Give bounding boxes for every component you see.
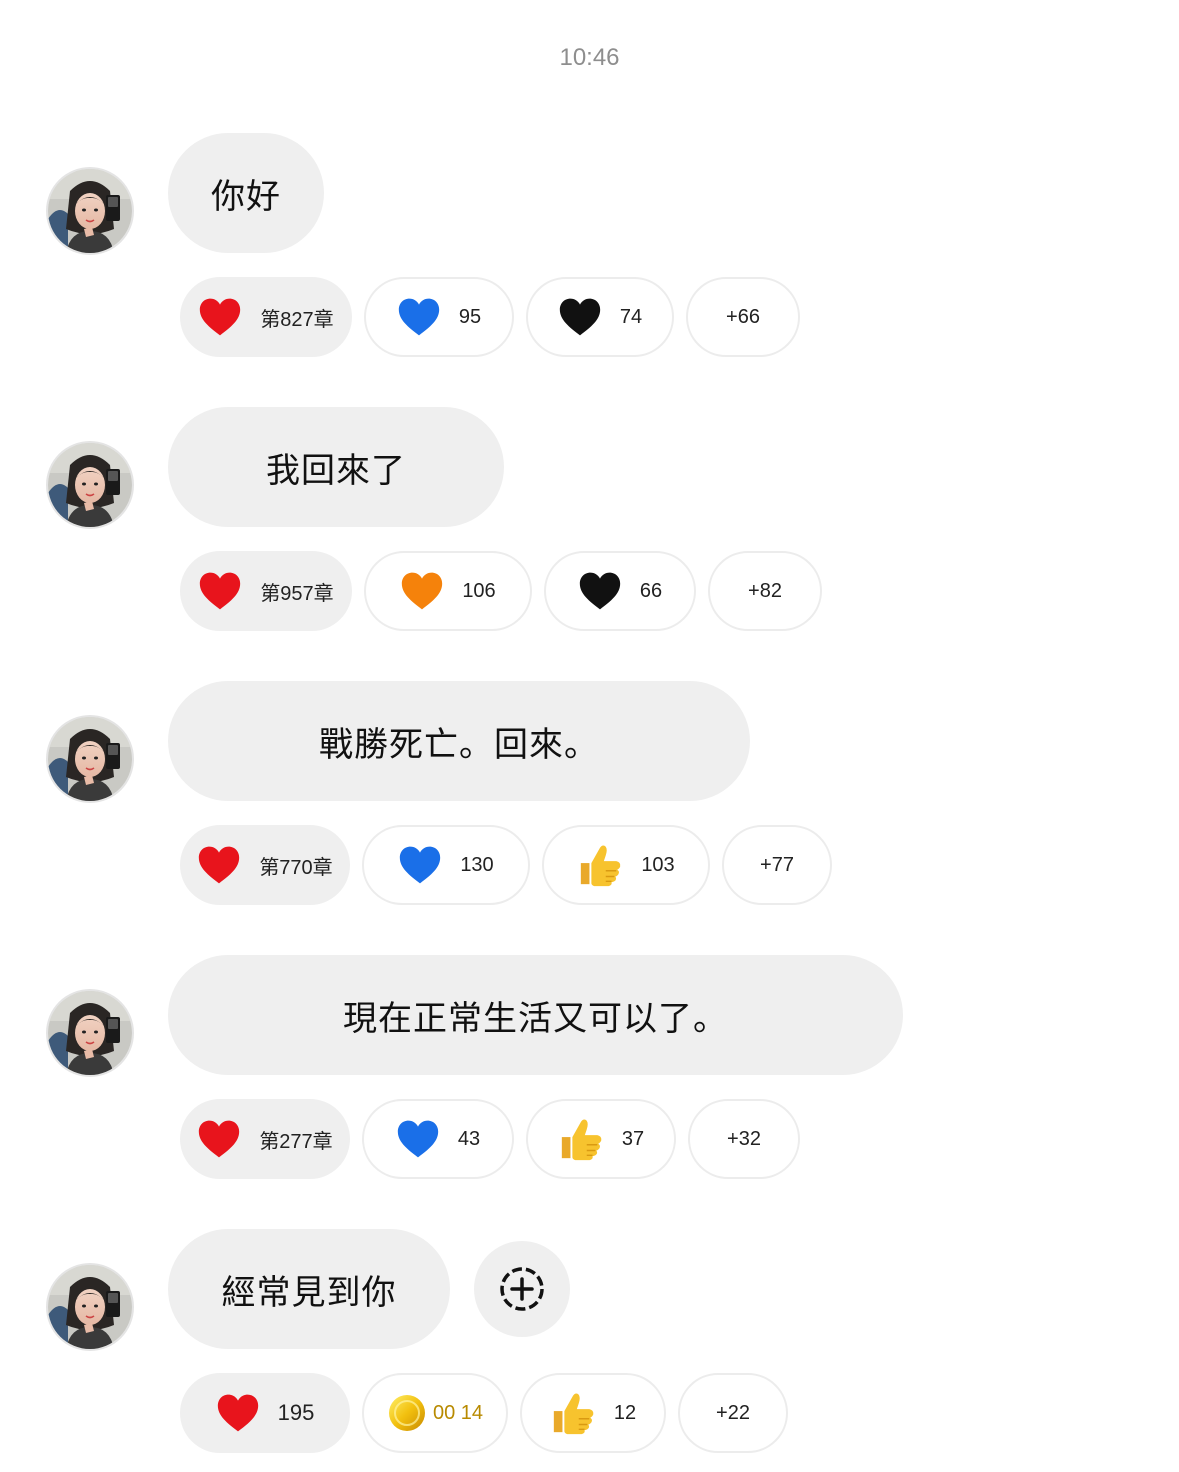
- blue-heart-icon: [398, 844, 442, 886]
- reaction-pill[interactable]: 12: [520, 1373, 666, 1453]
- message-row: 我回來了 第957章 106 66 +82: [0, 407, 1179, 637]
- add-reaction-icon: [500, 1267, 544, 1311]
- timestamp: 10:46: [559, 44, 620, 71]
- message-text: 我回來了: [266, 450, 406, 491]
- message-text: 現在正常生活又可以了。: [343, 998, 728, 1039]
- reaction-pill[interactable]: 第957章: [180, 551, 352, 631]
- reaction-pill[interactable]: 66: [544, 551, 696, 631]
- add-reaction-button[interactable]: [474, 1241, 570, 1337]
- more-reactions-count: +82: [748, 579, 782, 602]
- red-heart-icon: [198, 570, 242, 612]
- coin-icon: [388, 1395, 425, 1431]
- red-heart-icon: [197, 844, 241, 886]
- red-heart-icon: [198, 296, 242, 338]
- orange-heart-icon: [400, 570, 444, 612]
- reaction-bar: 第277章 43 37 +32: [180, 1099, 800, 1179]
- red-heart-icon: [197, 1118, 241, 1160]
- reaction-count: 43: [457, 1127, 481, 1150]
- reaction-bar: 第827章 95 74 +66: [180, 277, 800, 357]
- reaction-count: 103: [641, 853, 675, 876]
- reaction-count: 74: [619, 305, 643, 328]
- reaction-count: 95: [458, 305, 482, 328]
- reaction-pill[interactable]: 第827章: [180, 277, 352, 357]
- more-reactions-button[interactable]: +32: [688, 1099, 800, 1179]
- more-reactions-button[interactable]: +82: [708, 551, 822, 631]
- message-row: 戰勝死亡。回來。 第770章 130 103 +77: [0, 681, 1179, 911]
- reaction-pill[interactable]: 第277章: [180, 1099, 350, 1179]
- reaction-count: 195: [277, 1400, 315, 1425]
- message-bubble[interactable]: 戰勝死亡。回來。: [168, 681, 750, 801]
- blue-heart-icon: [396, 1118, 440, 1160]
- reaction-pill[interactable]: 74: [526, 277, 674, 357]
- thumbs-up-icon: [558, 1116, 604, 1162]
- reaction-pill[interactable]: 130: [362, 825, 530, 905]
- more-reactions-count: +77: [760, 853, 794, 876]
- message-bubble[interactable]: 我回來了: [168, 407, 504, 527]
- avatar[interactable]: [48, 991, 132, 1075]
- message-row: 現在正常生活又可以了。 第277章 43 37 +32: [0, 955, 1179, 1185]
- reaction-bar: 第770章 130 103 +77: [180, 825, 832, 905]
- message-bubble[interactable]: 你好: [168, 133, 324, 253]
- red-heart-icon: [216, 1392, 260, 1434]
- reaction-pill[interactable]: 106: [364, 551, 532, 631]
- reaction-count: 12: [613, 1401, 637, 1424]
- message-bubble[interactable]: 經常見到你: [168, 1229, 450, 1349]
- reaction-pill[interactable]: 00 14: [362, 1373, 508, 1453]
- black-heart-icon: [578, 570, 622, 612]
- more-reactions-button[interactable]: +66: [686, 277, 800, 357]
- thumbs-up-icon: [550, 1390, 596, 1436]
- avatar[interactable]: [48, 169, 132, 253]
- reaction-count: 第770章: [259, 856, 333, 879]
- reaction-bar: 第957章 106 66 +82: [180, 551, 822, 631]
- more-reactions-button[interactable]: +77: [722, 825, 832, 905]
- reaction-bar: 195 00 14 12 +22: [180, 1373, 788, 1453]
- avatar[interactable]: [48, 1265, 132, 1349]
- reaction-count: 106: [462, 579, 496, 602]
- message-text: 戰勝死亡。回來。: [319, 724, 599, 765]
- reaction-pill[interactable]: 第770章: [180, 825, 350, 905]
- reaction-count: 00 14: [432, 1401, 484, 1424]
- avatar[interactable]: [48, 717, 132, 801]
- reaction-pill[interactable]: 103: [542, 825, 710, 905]
- reaction-count: 第277章: [259, 1130, 333, 1153]
- more-reactions-count: +66: [726, 305, 760, 328]
- reaction-count: 66: [639, 579, 663, 602]
- reaction-count: 第827章: [260, 308, 334, 331]
- more-reactions-count: +22: [716, 1401, 750, 1424]
- reaction-count: 37: [621, 1127, 645, 1150]
- blue-heart-icon: [397, 296, 441, 338]
- avatar[interactable]: [48, 443, 132, 527]
- reaction-pill[interactable]: 43: [362, 1099, 514, 1179]
- reaction-pill[interactable]: 37: [526, 1099, 676, 1179]
- reaction-pill[interactable]: 95: [364, 277, 514, 357]
- message-bubble[interactable]: 現在正常生活又可以了。: [168, 955, 903, 1075]
- reaction-pill[interactable]: 195: [180, 1373, 350, 1453]
- reaction-count: 130: [460, 853, 494, 876]
- message-text: 經常見到你: [221, 1272, 397, 1313]
- more-reactions-button[interactable]: +22: [678, 1373, 788, 1453]
- message-text: 你好: [211, 176, 281, 217]
- reaction-count: 第957章: [260, 582, 334, 605]
- thumbs-up-icon: [577, 842, 623, 888]
- black-heart-icon: [558, 296, 602, 338]
- more-reactions-count: +32: [727, 1127, 761, 1150]
- message-row: 經常見到你 195 00 14 12 +22: [0, 1229, 1179, 1459]
- message-row: 你好 第827章 95 74 +66: [0, 133, 1179, 363]
